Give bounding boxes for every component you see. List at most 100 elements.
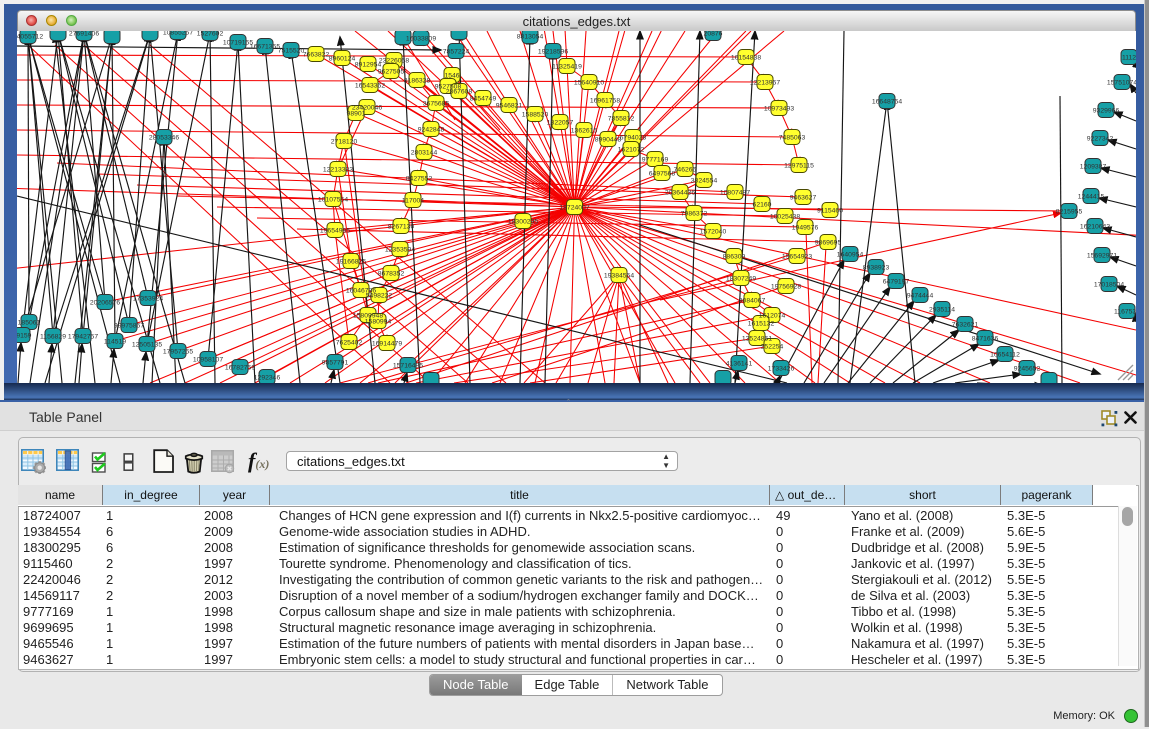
svg-text:9227342: 9227342: [1087, 136, 1114, 143]
svg-text:12213383: 12213383: [323, 167, 353, 174]
svg-text:16671355: 16671355: [250, 44, 280, 51]
svg-text:114519: 114519: [104, 339, 126, 346]
svg-text:7986372: 7986372: [681, 211, 708, 218]
svg-text:185061: 185061: [18, 320, 41, 327]
svg-text:16914479: 16914479: [372, 341, 402, 348]
svg-text:62160: 62160: [753, 202, 772, 209]
svg-text:10958107: 10958107: [193, 357, 223, 364]
svg-text:5498222: 5498222: [366, 293, 393, 300]
svg-text:20364436: 20364436: [665, 190, 695, 197]
svg-text:19654923: 19654923: [782, 254, 812, 261]
svg-text:9627505: 9627505: [378, 69, 405, 76]
svg-text:9242848: 9242848: [418, 127, 445, 134]
svg-text:15751074: 15751074: [1107, 80, 1136, 87]
svg-text:8215955: 8215955: [1056, 209, 1083, 216]
svg-text:9329966: 9329966: [1093, 108, 1120, 115]
svg-text:19384554: 19384554: [604, 273, 634, 280]
svg-text:4136141: 4136141: [726, 361, 753, 368]
svg-text:15692971: 15692971: [1087, 253, 1117, 260]
svg-text:99975867: 99975867: [114, 323, 144, 330]
svg-text:9474444: 9474444: [907, 293, 934, 300]
svg-text:18300295: 18300295: [508, 219, 538, 226]
svg-text:10107554: 10107554: [318, 197, 348, 204]
svg-text:17018504: 17018504: [1094, 282, 1124, 289]
svg-text:1244415: 1244415: [1078, 194, 1105, 201]
svg-text:20206576: 20206576: [90, 300, 120, 307]
svg-text:13524851: 13524851: [742, 336, 772, 343]
svg-text:19166825: 19166825: [336, 259, 366, 266]
svg-text:1362615: 1362615: [571, 128, 598, 135]
svg-text:746266: 746266: [674, 167, 697, 174]
svg-text:16648764: 16648764: [872, 99, 902, 106]
svg-text:14055712: 14055712: [17, 34, 43, 41]
svg-text:1822057: 1822057: [547, 120, 574, 127]
svg-text:17942757: 17942757: [68, 334, 98, 341]
svg-text:10025438: 10025438: [770, 214, 800, 221]
svg-text:8427552: 8427552: [406, 176, 433, 183]
svg-text:1572040: 1572040: [700, 229, 727, 236]
svg-text:7855812: 7855812: [608, 116, 635, 123]
svg-text:15640910: 15640910: [574, 80, 604, 87]
svg-text:1588520: 1588520: [522, 112, 549, 119]
svg-text:17353924: 17353924: [133, 296, 163, 303]
svg-text:8960124: 8960124: [329, 56, 356, 63]
svg-text:1292346: 1292346: [254, 375, 281, 382]
svg-text:19756928: 19756928: [771, 284, 801, 291]
svg-text:1615132: 1615132: [748, 321, 775, 328]
svg-text:1112: 1112: [1122, 55, 1136, 62]
svg-text:2867608: 2867608: [446, 89, 473, 96]
svg-text:1612074: 1612074: [759, 313, 786, 320]
svg-text:7857224: 7857224: [443, 49, 470, 56]
svg-text:12213967: 12213967: [750, 80, 780, 87]
svg-text:7632621: 7632621: [952, 322, 979, 329]
svg-text:16154838: 16154838: [731, 55, 761, 62]
svg-text:23226058: 23226058: [379, 58, 409, 65]
svg-text:8471636: 8471636: [972, 336, 999, 343]
svg-text:19654985: 19654985: [320, 228, 350, 235]
svg-text:19218596: 19218596: [538, 49, 568, 56]
svg-text:2718120: 2718120: [331, 139, 358, 146]
svg-text:10654112: 10654112: [990, 352, 1020, 359]
svg-text:1527602: 1527602: [197, 31, 224, 38]
svg-text:9857791: 9857791: [322, 360, 349, 367]
svg-text:9546821: 9546821: [496, 103, 523, 110]
svg-text:12353594: 12353594: [385, 247, 415, 254]
svg-text:1580994: 1580994: [365, 319, 392, 326]
svg-text:9777169: 9777169: [642, 157, 669, 164]
svg-text:1167534: 1167534: [1114, 309, 1136, 316]
svg-text:8813054: 8813054: [517, 34, 544, 41]
svg-text:6479197: 6479197: [883, 279, 910, 286]
svg-text:1156829: 1156829: [40, 334, 66, 341]
svg-text:18307249: 18307249: [726, 276, 756, 283]
svg-text:39159: 39159: [17, 333, 32, 340]
svg-text:252254: 252254: [761, 344, 784, 351]
svg-text:9869695: 9869695: [815, 240, 842, 247]
svg-text:9245652: 9245652: [1014, 366, 1041, 373]
svg-text:18724007: 18724007: [559, 205, 589, 212]
svg-text:12505135: 12505135: [132, 342, 162, 349]
svg-text:8990448: 8990448: [595, 137, 622, 144]
svg-text:20876: 20876: [704, 31, 723, 38]
svg-text:12975115: 12975115: [784, 163, 814, 170]
svg-text:1949576: 1949576: [792, 225, 819, 232]
svg-text:3084067: 3084067: [739, 298, 766, 305]
svg-text:16033809: 16033809: [406, 36, 436, 43]
svg-text:3675685: 3675685: [423, 101, 450, 108]
svg-text:3824554: 3824554: [691, 178, 718, 185]
svg-text:10719155: 10719155: [223, 40, 253, 47]
svg-text:2803144: 2803144: [411, 150, 438, 157]
svg-text:886309: 886309: [723, 254, 746, 261]
svg-text:1209387: 1209387: [1080, 164, 1107, 171]
svg-text:1640954: 1640954: [837, 252, 864, 259]
svg-text:8454749: 8454749: [470, 96, 497, 103]
svg-text:98901: 98901: [347, 111, 366, 118]
svg-text:9115460: 9115460: [817, 208, 843, 215]
svg-text:16543362: 16543362: [355, 83, 385, 90]
svg-text:1621072: 1621072: [618, 147, 645, 154]
svg-text:8678352: 8678352: [378, 271, 405, 278]
svg-text:117004: 117004: [402, 198, 424, 205]
svg-text:28053346: 28053346: [149, 135, 179, 142]
svg-text:7485063: 7485063: [779, 135, 806, 142]
svg-text:1546: 1546: [444, 73, 459, 80]
svg-text:7663822: 7663822: [303, 52, 330, 59]
